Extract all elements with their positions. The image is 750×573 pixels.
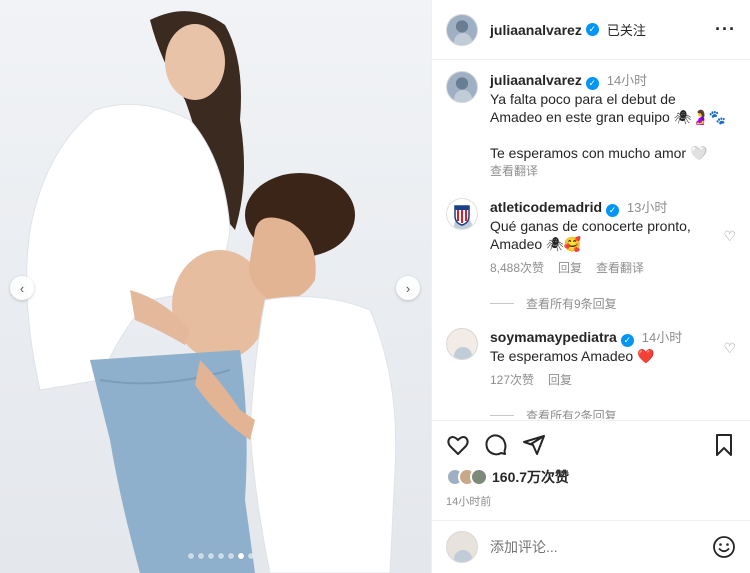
commenter-username[interactable]: soymamaypediatra [490,329,617,345]
comment-text: Amadeo 🕷🥰 [490,236,582,252]
see-translation-link[interactable]: 查看翻译 [596,259,644,277]
commenter-avatar[interactable] [446,198,478,230]
liker-avatar [470,468,488,486]
comment-item: atleticodemadrid ✓ 13小时 Qué ganas de cono… [432,198,750,277]
reply-button[interactable]: 回复 [548,371,572,389]
comment-item: soymamaypediatra ✓ 14小时 Te esperamos Amad… [432,328,750,389]
caption-line: Ya falta poco para el debut de [490,91,676,107]
carousel-dot [208,553,214,559]
comments-list[interactable]: juliaanalvarez ✓ 14小时 Ya falta poco para … [432,61,750,419]
add-comment-bar [432,520,750,573]
comment-likes[interactable]: 127次赞 [490,371,534,389]
carousel-prev-button[interactable]: ‹ [10,276,34,300]
likes-summary[interactable]: 160.7万次赞 [446,467,736,487]
post-actions: 160.7万次赞 14小时前 [432,420,750,509]
view-replies-link[interactable]: 查看所有2条回复 [490,407,750,419]
bookmark-icon[interactable] [712,433,736,457]
author-username[interactable]: juliaanalvarez [490,22,582,38]
carousel-dot [228,553,234,559]
verified-icon: ✓ [620,333,634,347]
carousel-dot [238,553,244,559]
commenter-username[interactable]: atleticodemadrid [490,199,602,215]
comment-likes[interactable]: 8,488次赞 [490,259,544,277]
caption-line: Te esperamos con mucho amor 🤍 [490,145,708,161]
comment-like-heart-icon[interactable]: ♡ [723,228,736,245]
post-timestamp[interactable]: 14小时前 [446,493,736,509]
view-replies-link[interactable]: 查看所有9条回复 [490,295,750,312]
reply-button[interactable]: 回复 [558,259,582,277]
verified-icon: ✓ [585,76,599,90]
emoji-icon[interactable] [712,535,736,559]
likes-count[interactable]: 160.7万次赞 [492,467,569,487]
comment-text: Qué ganas de conocerte pronto, [490,218,691,234]
author-avatar[interactable] [446,13,478,46]
verified-icon: ✓ [606,203,620,217]
comment-icon[interactable] [484,433,508,457]
carousel-next-button[interactable]: › [396,276,420,300]
caption-time: 14小时 [606,73,648,88]
caption-line: Amadeo en este gran equipo 🕷🤰🐾 [490,109,727,125]
verified-icon: ✓ [585,23,599,36]
current-user-avatar [446,531,478,563]
more-icon[interactable]: ··· [715,19,736,40]
caption-username[interactable]: juliaanalvarez [490,72,582,88]
heart-icon[interactable] [446,433,470,457]
commenter-avatar[interactable] [446,328,478,360]
see-translation-link[interactable]: 查看翻译 [490,162,736,180]
add-comment-input[interactable] [490,539,712,555]
post-photo[interactable]: ‹ › [0,0,431,573]
carousel-dot [188,553,194,559]
carousel-dots [188,553,254,559]
comment-time: 13小时 [626,200,668,215]
author-avatar[interactable] [446,71,478,103]
carousel-dot [198,553,204,559]
carousel-dot [248,553,254,559]
comment-text: Te esperamos Amadeo ❤️ [490,348,655,364]
caption: juliaanalvarez ✓ 14小时 Ya falta poco para … [432,71,750,180]
follow-state[interactable]: 已关注 [607,20,646,39]
share-icon[interactable] [522,433,546,457]
carousel-dot [218,553,224,559]
post-header: juliaanalvarez ✓ 已关注 ··· [432,0,750,60]
comment-time: 14小时 [641,330,683,345]
comment-like-heart-icon[interactable]: ♡ [723,340,736,357]
post-side-panel: juliaanalvarez ✓ 已关注 ··· juliaanalvarez ✓… [431,0,750,573]
photo-illustration [26,11,397,573]
atletico-crest-icon [454,205,470,226]
